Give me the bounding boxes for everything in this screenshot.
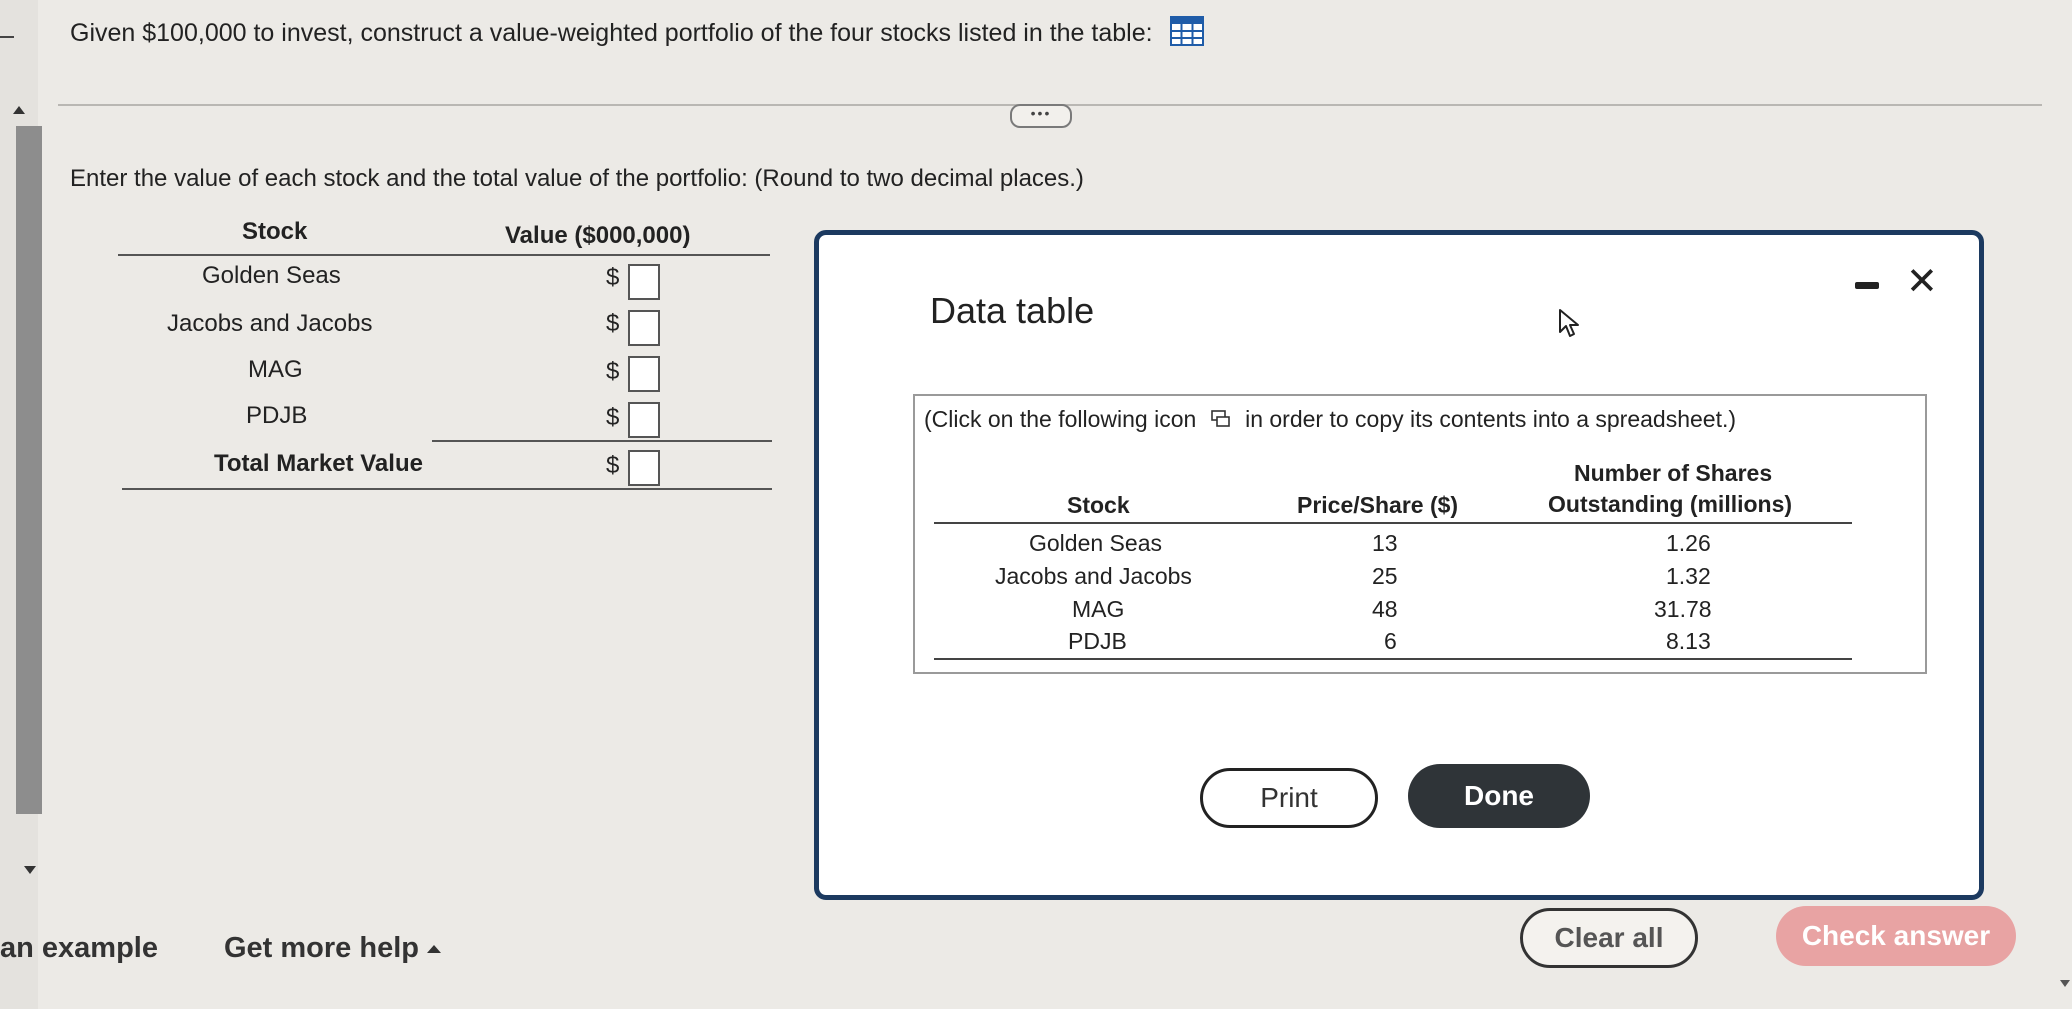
data-cell-price: 6: [1384, 628, 1397, 654]
expand-more-button[interactable]: •••: [1010, 104, 1072, 128]
caret-up-icon: [427, 945, 441, 954]
answer-row-stock: PDJB: [246, 402, 308, 429]
question-label: Given $100,000 to invest, construct a va…: [70, 19, 1153, 48]
mouse-pointer-icon: [1558, 308, 1582, 345]
copy-instruction: (Click on the following icon in order to…: [924, 406, 1736, 434]
table-grid-icon[interactable]: [1169, 16, 1204, 53]
answer-header-stock: Stock: [242, 218, 308, 245]
collapse-dash: [0, 36, 14, 38]
data-cell-price: 25: [1372, 563, 1398, 589]
scroll-down-arrow-icon[interactable]: [24, 866, 36, 874]
data-header-shares-line1: Number of Shares: [1574, 460, 1773, 486]
data-header-shares-line2: Outstanding (millions): [1548, 491, 1793, 517]
scroll-up-arrow-icon[interactable]: [13, 106, 25, 114]
value-input-golden-seas[interactable]: [628, 264, 660, 300]
currency-symbol: $: [606, 404, 620, 431]
value-input-total[interactable]: [628, 450, 660, 486]
data-cell-price: 48: [1372, 596, 1398, 622]
minimize-icon[interactable]: [1855, 282, 1879, 289]
question-text: Given $100,000 to invest, construct a va…: [70, 16, 1204, 53]
currency-symbol: $: [606, 310, 620, 337]
data-cell-stock: Jacobs and Jacobs: [995, 563, 1192, 589]
data-header-rule: [934, 522, 1852, 524]
copy-note-before: (Click on the following icon: [924, 406, 1197, 432]
copy-to-spreadsheet-icon[interactable]: [1210, 407, 1231, 434]
data-cell-price: 13: [1372, 530, 1398, 556]
instruction-text: Enter the value of each stock and the to…: [70, 165, 1084, 192]
value-input-jacobs-and-jacobs[interactable]: [628, 310, 660, 346]
answer-bottom-rule: [122, 488, 772, 490]
print-button[interactable]: Print: [1200, 768, 1378, 828]
answer-row-stock: MAG: [248, 356, 303, 383]
scrollbar-thumb[interactable]: [16, 126, 42, 814]
currency-symbol: $: [606, 358, 620, 385]
data-bottom-rule: [934, 658, 1852, 660]
clear-all-button[interactable]: Clear all: [1520, 908, 1698, 968]
answer-subtotal-rule: [432, 440, 772, 442]
answer-header-rule: [118, 254, 770, 256]
value-input-pdjb[interactable]: [628, 402, 660, 438]
get-more-help-label: Get more help: [224, 932, 419, 964]
copy-note-after: in order to copy its contents into a spr…: [1245, 406, 1737, 432]
done-button[interactable]: Done: [1408, 764, 1590, 828]
dialog-title: Data table: [930, 290, 1095, 331]
get-more-help-link[interactable]: Get more help: [224, 932, 441, 965]
currency-symbol: $: [606, 452, 620, 479]
data-cell-stock: MAG: [1072, 596, 1125, 622]
data-header-stock: Stock: [1067, 492, 1130, 518]
answer-total-label: Total Market Value: [214, 450, 423, 477]
data-cell-shares: 1.26: [1666, 530, 1711, 556]
check-answer-button[interactable]: Check answer: [1776, 906, 2016, 966]
close-icon[interactable]: ✕: [1906, 262, 1938, 302]
data-cell-shares: 1.32: [1666, 563, 1711, 589]
data-cell-stock: PDJB: [1068, 628, 1127, 654]
answer-row-stock: Golden Seas: [202, 262, 341, 289]
value-input-mag[interactable]: [628, 356, 660, 392]
data-header-price: Price/Share ($): [1297, 492, 1459, 518]
scroll-down-icon[interactable]: [2060, 980, 2070, 987]
answer-row-stock: Jacobs and Jacobs: [167, 310, 373, 337]
currency-symbol: $: [606, 264, 620, 291]
data-cell-shares: 8.13: [1666, 628, 1711, 654]
view-example-link[interactable]: an example: [0, 932, 158, 965]
answer-header-value: Value ($000,000): [505, 222, 691, 249]
data-cell-shares: 31.78: [1654, 596, 1712, 622]
data-cell-stock: Golden Seas: [1029, 530, 1162, 556]
